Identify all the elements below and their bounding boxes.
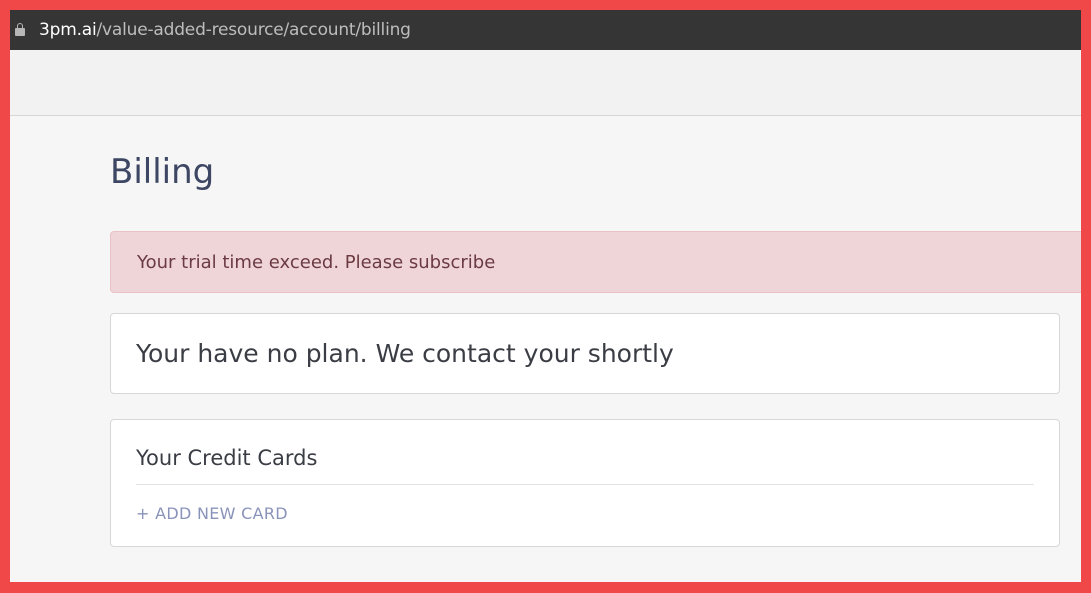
alert-message: Your trial time exceed. Please subscribe <box>137 251 496 273</box>
address-bar[interactable]: 3pm.ai/value-added-resource/account/bill… <box>10 10 1081 50</box>
browser-window: 3pm.ai/value-added-resource/account/bill… <box>10 10 1081 582</box>
lock-icon <box>15 22 25 36</box>
add-new-card-link[interactable]: + ADD NEW CARD <box>136 504 288 523</box>
plan-message: Your have no plan. We contact your short… <box>136 339 674 368</box>
page-header-bar <box>10 50 1081 116</box>
url-text[interactable]: 3pm.ai/value-added-resource/account/bill… <box>39 20 411 40</box>
credit-cards-title: Your Credit Cards <box>136 446 318 470</box>
trial-alert: Your trial time exceed. Please subscribe <box>110 231 1081 293</box>
url-path: /value-added-resource/account/billing <box>96 20 411 40</box>
page-title: Billing <box>110 152 215 192</box>
url-domain: 3pm.ai <box>39 20 97 40</box>
credit-cards-card: Your Credit Cards + ADD NEW CARD <box>110 419 1060 547</box>
plan-card: Your have no plan. We contact your short… <box>110 313 1060 394</box>
divider <box>136 484 1034 485</box>
